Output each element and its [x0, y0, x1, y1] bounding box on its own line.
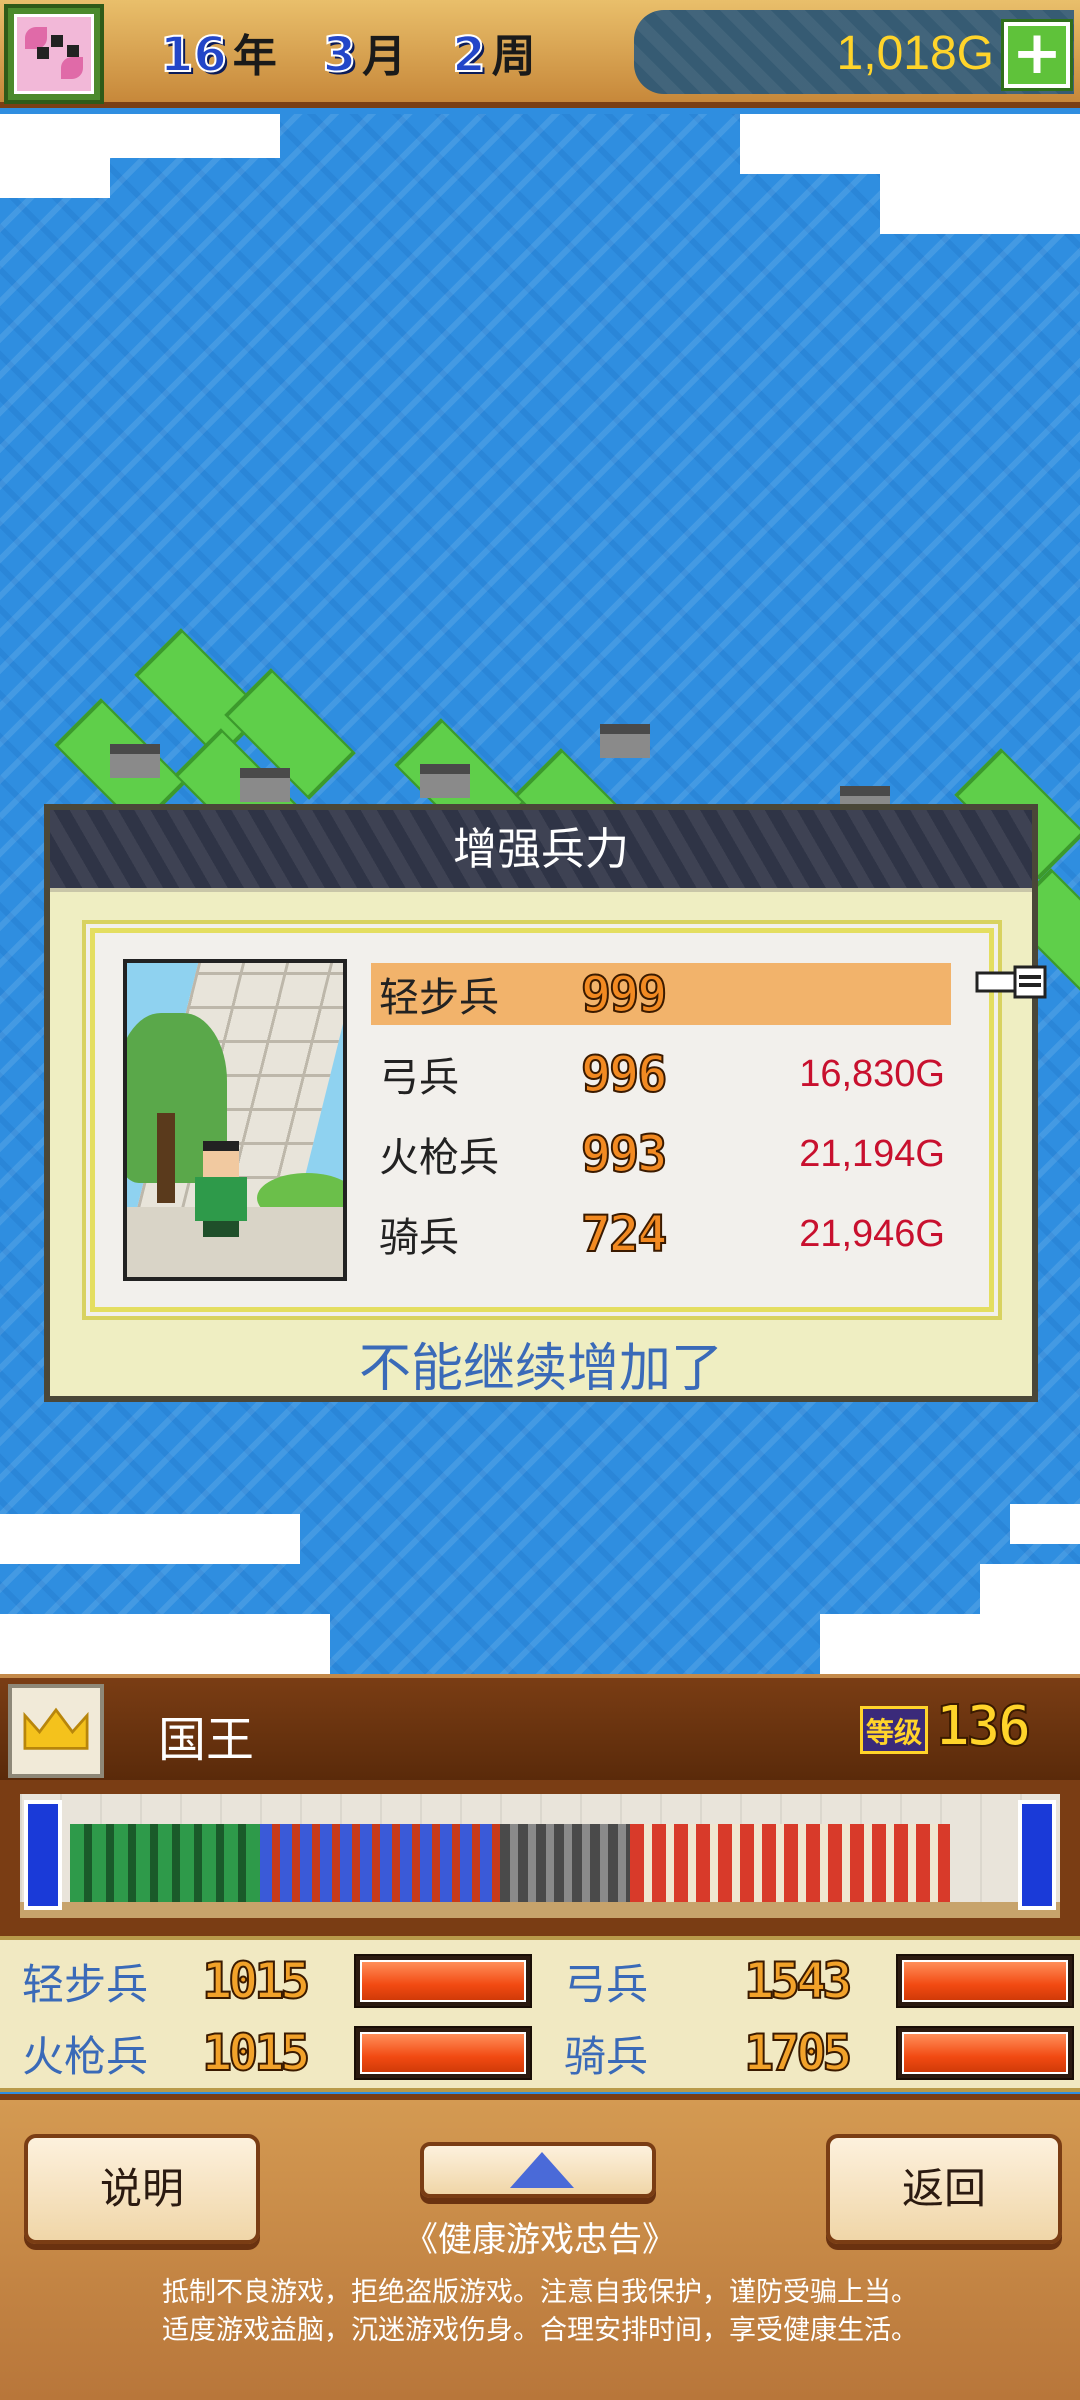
stat-name: 弓兵 — [564, 1959, 649, 2009]
stat-value: 1015 — [201, 2023, 311, 2083]
week-number: 2 — [451, 26, 486, 84]
year-number: 16 — [159, 26, 228, 84]
king-bar: 国王 等级 136 — [0, 1674, 1080, 1780]
expand-up-button[interactable] — [420, 2142, 656, 2198]
unit-count: 996 — [580, 1044, 668, 1104]
unit-row-archer[interactable]: 弓兵 996 16,830G — [371, 1043, 951, 1105]
stat-value: 1543 — [743, 1951, 853, 2011]
back-button-label: 返回 — [901, 2164, 986, 2213]
top-bar: 16 年 3 月 2 周 1,018G + — [0, 0, 1080, 108]
add-gold-button[interactable]: + — [1004, 22, 1070, 88]
village-icon — [240, 768, 290, 802]
dialog-content: 轻步兵 999 弓兵 996 16,830G 火枪兵 993 21,194G 骑… — [90, 928, 1047, 1312]
cloud — [0, 1514, 300, 1564]
cloud — [980, 1564, 1080, 1614]
stat-bar — [896, 2026, 1074, 2080]
soldier-sprite — [189, 1141, 253, 1237]
unit-name: 弓兵 — [379, 1055, 459, 1101]
stat-light-infantry: 轻步兵 1015 — [22, 1948, 532, 2014]
stat-cavalry: 骑兵 1705 — [564, 2020, 1074, 2086]
king-name: 国王 — [158, 1712, 255, 1768]
stat-musketeer: 火枪兵 1015 — [22, 2020, 532, 2086]
level-value: 136 — [935, 1693, 1032, 1760]
archer-troops — [260, 1824, 500, 1902]
soldier-portrait — [123, 959, 347, 1281]
unit-cost: 21,194G — [799, 1132, 945, 1175]
unit-row-cavalry[interactable]: 骑兵 724 21,946G — [371, 1203, 951, 1265]
stat-bar — [896, 1954, 1074, 2008]
cavalry-troops — [630, 1824, 950, 1902]
reinforce-troops-dialog: 增强兵力 轻步兵 999 弓兵 996 16,830G 火枪兵 993 21,1… — [44, 804, 1047, 1402]
month-number: 3 — [322, 26, 357, 84]
unit-name: 骑兵 — [379, 1215, 459, 1261]
cloud — [0, 114, 280, 158]
arrow-up-icon — [510, 2152, 574, 2188]
health-advisory-line: 抵制不良游戏，拒绝盗版游戏。注意自我保护，谨防受骗上当。 — [162, 2277, 918, 2308]
cloud — [820, 1614, 1080, 1674]
stat-name: 骑兵 — [564, 2031, 649, 2081]
unit-name: 火枪兵 — [379, 1135, 499, 1181]
stat-archer: 弓兵 1543 — [564, 1948, 1074, 2014]
right-banner — [1018, 1800, 1056, 1910]
unit-count: 999 — [580, 964, 668, 1024]
cloud — [0, 158, 110, 198]
help-button-label: 说明 — [99, 2164, 184, 2213]
light-infantry-troops — [70, 1824, 260, 1902]
unit-row-musketeer[interactable]: 火枪兵 993 21,194G — [371, 1123, 951, 1185]
year-unit: 年 — [232, 31, 277, 82]
unit-count: 724 — [580, 1204, 668, 1264]
village-icon — [600, 724, 650, 758]
village-icon — [420, 764, 470, 798]
gold-display: 1,018G + — [634, 10, 1074, 94]
unit-cost: 16,830G — [799, 1052, 945, 1095]
stat-bar — [354, 1954, 532, 2008]
troop-stats: 轻步兵 1015 弓兵 1543 火枪兵 1015 骑兵 1705 — [0, 1936, 1080, 2092]
cloud — [1010, 1504, 1080, 1544]
sakura-avatar-icon — [14, 14, 94, 94]
battle-field — [20, 1794, 1060, 1918]
health-advisory-title: 《健康游戏忠告》 — [404, 2220, 676, 2260]
stat-name: 火枪兵 — [22, 2031, 149, 2081]
gold-amount: 1,018G — [836, 27, 994, 80]
pointing-hand-icon — [975, 965, 1047, 999]
unit-row-light-infantry[interactable]: 轻步兵 999 — [371, 963, 951, 1025]
footer: 说明 返回 《健康游戏忠告》 抵制不良游戏，拒绝盗版游戏。注意自我保护，谨防受骗… — [0, 2094, 1080, 2400]
stat-value: 1705 — [743, 2023, 853, 2083]
stat-name: 轻步兵 — [22, 1959, 149, 2009]
army-formation — [0, 1780, 1080, 1936]
cloud — [880, 174, 1080, 234]
health-advisory-line: 适度游戏益脑，沉迷游戏伤身。合理安排时间，享受健康生活。 — [162, 2315, 918, 2346]
dialog-message: 不能继续增加了 — [358, 1339, 723, 1399]
avatar[interactable] — [4, 4, 104, 104]
month-unit: 月 — [362, 31, 407, 82]
crown-icon — [8, 1684, 104, 1778]
game-date: 16 年 3 月 2 周 — [159, 20, 576, 84]
plus-icon: + — [1011, 18, 1063, 88]
level-label: 等级 — [860, 1706, 928, 1754]
left-banner — [24, 1800, 62, 1910]
musketeer-troops — [500, 1824, 630, 1902]
cloud — [0, 1614, 330, 1674]
unit-cost: 21,946G — [799, 1212, 945, 1255]
village-icon — [110, 744, 160, 778]
unit-name: 轻步兵 — [379, 975, 499, 1021]
stat-bar — [354, 2026, 532, 2080]
cloud — [740, 114, 1080, 174]
week-unit: 周 — [491, 31, 536, 82]
stat-value: 1015 — [201, 1951, 311, 2011]
dialog-title: 增强兵力 — [50, 810, 1032, 892]
unit-count: 993 — [580, 1124, 668, 1184]
